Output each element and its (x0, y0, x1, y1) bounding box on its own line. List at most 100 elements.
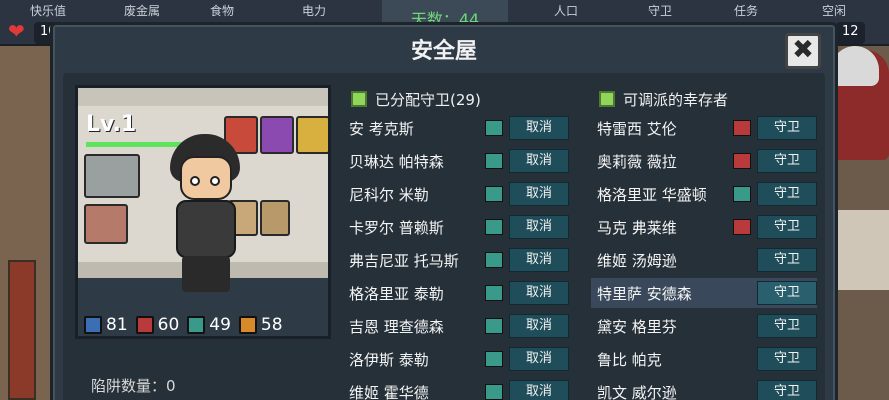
weapon-icon (485, 384, 503, 400)
survivor-avatar (162, 134, 252, 294)
guard-button[interactable]: 守卫 (757, 380, 817, 400)
available-row[interactable]: 特雷西 艾伦 守卫 (591, 113, 817, 143)
power-label: 电力 (302, 4, 327, 18)
survivor-name: 特里萨 安德森 (597, 284, 692, 303)
scrap-label: 废金属 (124, 4, 161, 18)
assigned-row[interactable]: 吉恩 理查德森 取消 (343, 311, 569, 341)
purple-crate (260, 116, 294, 154)
guard-button[interactable]: 守卫 (757, 248, 817, 272)
cancel-button[interactable]: 取消 (509, 149, 569, 173)
happiness-label: 快乐值 (30, 4, 67, 18)
cancel-button[interactable]: 取消 (509, 116, 569, 140)
weapon-icon (485, 252, 503, 268)
yellow-crate (296, 116, 328, 154)
survivor-name: 吉恩 理查德森 (349, 317, 444, 336)
survivor-name: 尼科尔 米勒 (349, 185, 429, 204)
guard-button[interactable]: 守卫 (757, 314, 817, 338)
weapon-icon (485, 186, 503, 202)
assigned-header-label: 已分配守卫(29) (375, 90, 481, 109)
assigned-header: 已分配守卫(29) (343, 85, 481, 113)
stat-defense: 81 (84, 315, 128, 335)
available-row[interactable]: 黛安 格里芬 守卫 (591, 311, 817, 341)
idle-label: 空闲 (822, 4, 847, 18)
guard-button[interactable]: 守卫 (757, 215, 817, 239)
stat-pistol: 60 (135, 315, 179, 335)
ammo-icon (238, 316, 257, 334)
cancel-button[interactable]: 取消 (509, 248, 569, 272)
survivor-name: 特雷西 艾伦 (597, 119, 677, 138)
assigned-row[interactable]: 卡罗尔 普赖斯 取消 (343, 212, 569, 242)
stat-value: 81 (106, 315, 128, 335)
available-row[interactable]: 格洛里亚 华盛顿 守卫 (591, 179, 817, 209)
survivor-name: 维姬 汤姆逊 (597, 251, 677, 270)
dialog-title: 安全屋 (410, 39, 477, 64)
stat-rifle: 49 (187, 315, 231, 335)
available-row[interactable]: 维姬 汤姆逊 守卫 (591, 245, 817, 275)
available-row[interactable]: 马克 弗莱维 守卫 (591, 212, 817, 242)
trap-count: 陷阱数量：0 (91, 377, 176, 395)
mission-label: 任务 (734, 4, 759, 18)
pistol-icon (135, 316, 154, 334)
idle-value: 12 (836, 22, 865, 44)
checkbox-icon[interactable] (599, 91, 615, 107)
survivor-name: 黛安 格里芬 (597, 317, 677, 336)
population-label: 人口 (554, 4, 579, 18)
weapon-icon (485, 318, 503, 334)
avatar-armor (176, 200, 236, 258)
level-label: Lv.1 (86, 112, 137, 137)
guard-button[interactable]: 守卫 (757, 281, 817, 305)
guard-button[interactable]: 守卫 (757, 347, 817, 371)
food-label: 食物 (210, 4, 235, 18)
weapon-icon (485, 120, 503, 136)
available-row[interactable]: 奥莉薇 薇拉 守卫 (591, 146, 817, 176)
cancel-button[interactable]: 取消 (509, 314, 569, 338)
available-row[interactable]: 凯文 威尔逊 守卫 (591, 377, 817, 400)
stat-value: 58 (260, 315, 283, 335)
background-shelf (0, 40, 55, 400)
survivor-name: 贝琳达 帕特森 (349, 152, 444, 171)
avatar-eye (190, 176, 200, 186)
survivor-name: 格洛里亚 华盛顿 (597, 185, 707, 204)
guard-button[interactable]: 守卫 (757, 149, 817, 173)
survivor-name: 安 考克斯 (349, 119, 414, 138)
stat-value: 49 (209, 315, 231, 335)
assigned-row[interactable]: 维姬 霍华德 取消 (343, 377, 569, 400)
avatar-eye (210, 176, 220, 186)
cancel-button[interactable]: 取消 (509, 281, 569, 305)
guard-button[interactable]: 守卫 (757, 116, 817, 140)
assigned-row[interactable]: 贝琳达 帕特森 取消 (343, 146, 569, 176)
guard-button[interactable]: 守卫 (757, 182, 817, 206)
heart-icon: ❤ (8, 19, 25, 43)
survivor-name: 格洛里亚 泰勒 (349, 284, 444, 303)
weapon-icon (733, 153, 751, 169)
background-door (8, 260, 36, 400)
assigned-row[interactable]: 洛伊斯 泰勒 取消 (343, 344, 569, 374)
cancel-button[interactable]: 取消 (509, 347, 569, 371)
available-survivors-list: 可调派的幸存者 特雷西 艾伦 守卫 奥莉薇 薇拉 守卫 格洛里亚 华盛顿 守卫 马克 弗莱维… (591, 85, 817, 400)
weapon-icon (733, 219, 751, 235)
assigned-row[interactable]: 尼科尔 米勒 取消 (343, 179, 569, 209)
available-row[interactable]: 特里萨 安德森 守卫 (591, 278, 817, 308)
checkbox-icon[interactable] (351, 91, 367, 107)
stat-ammo: 58 (238, 315, 283, 335)
brown-crate (84, 204, 128, 244)
assigned-guards-list: 已分配守卫(29) 安 考克斯 取消 贝琳达 帕特森 取消 尼科尔 米勒 取消 卡罗尔 普赖… (343, 85, 569, 400)
weapon-icon (733, 120, 751, 136)
rifle-icon (187, 316, 206, 334)
available-row[interactable]: 鲁比 帕克 守卫 (591, 344, 817, 374)
available-header: 可调派的幸存者 (591, 85, 728, 113)
cancel-button[interactable]: 取消 (509, 182, 569, 206)
shield-icon (84, 316, 102, 334)
assigned-row[interactable]: 安 考克斯 取消 (343, 113, 569, 143)
cancel-button[interactable]: 取消 (509, 215, 569, 239)
weapon-icon (485, 351, 503, 367)
avatar-legs (182, 256, 230, 292)
assigned-row[interactable]: 格洛里亚 泰勒 取消 (343, 278, 569, 308)
room-wall (78, 88, 328, 106)
survivor-name: 鲁比 帕克 (597, 350, 662, 369)
survivor-name: 马克 弗莱维 (597, 218, 677, 237)
cancel-button[interactable]: 取消 (509, 380, 569, 400)
close-button[interactable]: ✖ (785, 33, 821, 69)
assigned-row[interactable]: 弗吉尼亚 托马斯 取消 (343, 245, 569, 275)
survivor-name: 弗吉尼亚 托马斯 (349, 251, 459, 270)
